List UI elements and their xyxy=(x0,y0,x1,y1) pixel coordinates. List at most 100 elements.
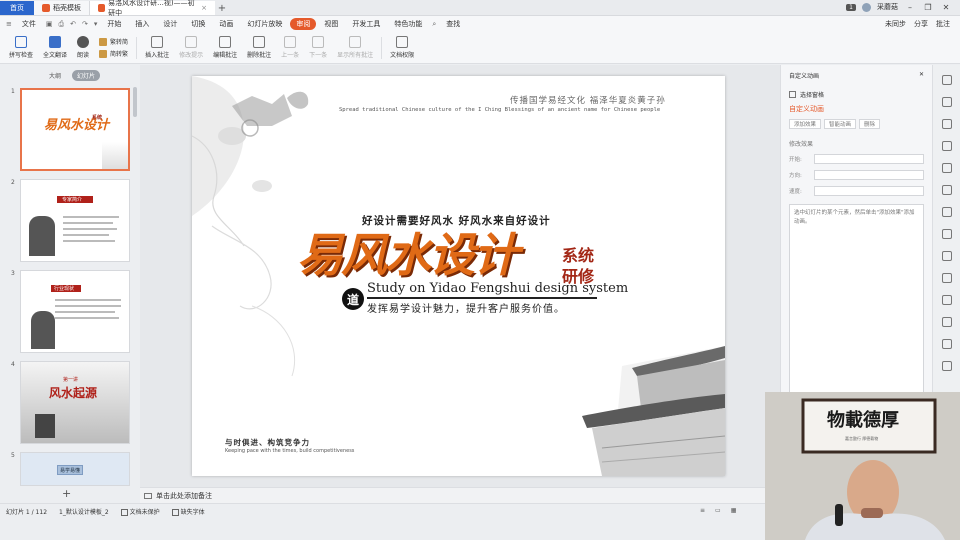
delete-comment-button[interactable]: 删除批注 xyxy=(242,33,276,63)
slide-thumb-4[interactable]: 第一讲 风水起源 xyxy=(20,361,130,444)
grid-icon[interactable] xyxy=(941,317,952,327)
tab-outline[interactable]: 大纲 xyxy=(44,70,66,81)
tab-template[interactable]: 稻壳模板 xyxy=(34,1,90,15)
menu-item[interactable]: 特色功能 xyxy=(388,18,428,30)
animation-icon[interactable] xyxy=(941,119,952,129)
select-icon[interactable] xyxy=(941,97,952,107)
tab-home[interactable]: 首页 xyxy=(0,1,34,15)
menu-item-review[interactable]: 审阅 xyxy=(290,18,317,30)
save-icon[interactable]: ▣ xyxy=(44,20,55,28)
table-icon[interactable] xyxy=(941,229,952,239)
speed-select[interactable] xyxy=(814,186,924,196)
comment-button[interactable]: 批注 xyxy=(936,19,950,29)
share-button[interactable]: 分享 xyxy=(914,19,928,29)
notes-toggle-icon[interactable]: ≡ xyxy=(700,507,705,514)
avatar[interactable] xyxy=(862,2,871,12)
slide-thumb-row[interactable]: 5 易学易懂 xyxy=(0,452,140,486)
menu-item[interactable]: 视图 xyxy=(318,18,344,30)
font-icon xyxy=(171,509,179,516)
microphone xyxy=(835,504,843,526)
current-slide[interactable]: 传播国学易经文化 福泽华夏炎黄子孙 Spread traditional Chi… xyxy=(192,76,725,476)
panel-close-icon[interactable]: ✕ xyxy=(919,71,924,80)
insert-comment-button[interactable]: 插入批注 xyxy=(140,33,174,63)
image-icon[interactable] xyxy=(941,295,952,305)
slide-thumb-1[interactable]: 易风水设计 系统 xyxy=(20,88,130,171)
user-name[interactable]: 采蘑菇 xyxy=(877,2,898,12)
maximize-icon[interactable]: ❐ xyxy=(922,3,934,12)
protection-status[interactable]: 文档未保护 xyxy=(120,507,160,516)
layout-icon[interactable] xyxy=(941,207,952,217)
add-tab-button[interactable]: + xyxy=(215,1,229,15)
close-tab-icon[interactable]: × xyxy=(201,4,207,12)
property-icon[interactable] xyxy=(941,75,952,85)
slide-thumb-3[interactable]: 行业现状 xyxy=(20,270,130,353)
start-select[interactable] xyxy=(814,154,924,164)
menu-item[interactable]: 切换 xyxy=(185,18,211,30)
menu-item[interactable]: 动画 xyxy=(213,18,239,30)
translate-button[interactable]: 全文翻译 xyxy=(38,33,72,63)
tab-document[interactable]: 易洛风水设计研...视)——初研中 × xyxy=(90,0,215,17)
add-slide-button[interactable]: + xyxy=(62,487,71,500)
menu-item[interactable]: 开发工具 xyxy=(346,18,386,30)
clock-icon[interactable] xyxy=(941,185,952,195)
sorter-view-icon[interactable]: ▦ xyxy=(731,507,737,514)
edit-comment-button[interactable]: 编辑批注 xyxy=(208,33,242,63)
menu-hamburger-icon[interactable]: ≡ xyxy=(4,20,14,28)
notes-bar[interactable]: 单击此处添加备注 xyxy=(140,487,780,503)
sync-status[interactable]: 未同步 xyxy=(885,19,906,29)
template-name[interactable]: 1_默认设计模板_2 xyxy=(59,507,109,516)
slide-thumb-row[interactable]: 1 易风水设计 系统 xyxy=(0,88,140,172)
search-label[interactable]: 查找 xyxy=(440,18,466,30)
menu-file[interactable]: 文件 xyxy=(16,18,42,30)
location-icon[interactable] xyxy=(941,163,952,173)
missing-font-status[interactable]: 缺失字体 xyxy=(171,507,205,516)
search-icon[interactable]: ⌕ xyxy=(430,20,438,29)
show-all-comments-button[interactable]: 显示所有批注 xyxy=(332,33,378,63)
add-effect-button[interactable]: 添加效果 xyxy=(789,119,822,129)
read-aloud-button[interactable]: 朗读 xyxy=(72,33,94,63)
menu-item[interactable]: 开始 xyxy=(101,18,127,30)
delete-animation-button[interactable]: 删除 xyxy=(859,119,881,129)
thumb-landscape-image xyxy=(35,414,55,438)
direction-select[interactable] xyxy=(814,170,924,180)
next-comment-button[interactable]: 下一条 xyxy=(304,33,332,63)
s2t-button[interactable]: 简转繁 xyxy=(99,49,128,58)
slide-thumb-row[interactable]: 4 第一讲 风水起源 xyxy=(0,361,140,445)
record-icon[interactable] xyxy=(941,339,952,349)
menu-item[interactable]: 插入 xyxy=(129,18,155,30)
tab-slides[interactable]: 幻灯片 xyxy=(72,69,101,81)
t2s-label: 繁转简 xyxy=(110,39,129,46)
menu-item[interactable]: 幻灯片放映 xyxy=(241,18,288,30)
redo-icon[interactable]: ↷ xyxy=(80,20,90,28)
print-icon[interactable]: ⎙ xyxy=(57,20,67,29)
animation-list[interactable]: 选中幻灯片的某个元素，然后单击"添加效果"添加动画。 xyxy=(789,204,924,404)
smart-animation-button[interactable]: 智能动画 xyxy=(824,119,857,129)
menu-item[interactable]: 设计 xyxy=(157,18,183,30)
t2s-button[interactable]: 繁转简 xyxy=(99,37,128,46)
swirl-line xyxy=(251,305,296,377)
selection-pane-button[interactable]: 选择窗格 xyxy=(789,90,924,99)
slide-thumb-row[interactable]: 2 专家简介 xyxy=(0,179,140,263)
normal-view-icon[interactable]: ▭ xyxy=(715,507,721,514)
slide-thumb-2[interactable]: 专家简介 xyxy=(20,179,130,262)
modify-effect-label: 修改效果 xyxy=(789,141,814,148)
ink-cloud-shape xyxy=(192,76,244,216)
list-icon[interactable] xyxy=(941,251,952,261)
prev-comment-button[interactable]: 上一条 xyxy=(276,33,304,63)
comment-tips-button[interactable]: 修改提示 xyxy=(174,33,208,63)
undo-icon[interactable]: ↶ xyxy=(68,20,78,28)
slide-thumb-5[interactable]: 易学易懂 xyxy=(20,452,130,486)
slide-thumb-row[interactable]: 3 行业现状 xyxy=(0,270,140,354)
more-icon[interactable]: ▾ xyxy=(92,20,100,28)
spell-check-button[interactable]: 拼写检查 xyxy=(4,33,38,63)
shape-icon[interactable] xyxy=(941,141,952,151)
titlebar-right: 1 采蘑菇 – ❐ ✕ xyxy=(846,0,960,15)
close-window-icon[interactable]: ✕ xyxy=(940,3,952,12)
notes-placeholder[interactable]: 单击此处添加备注 xyxy=(156,491,212,501)
permission-icon xyxy=(396,36,409,48)
help-icon[interactable] xyxy=(941,361,952,371)
document-permission-button[interactable]: 文档权限 xyxy=(385,33,419,63)
speed-label: 速度: xyxy=(789,189,802,195)
minimize-icon[interactable]: – xyxy=(904,3,916,12)
chart-icon[interactable] xyxy=(941,273,952,283)
